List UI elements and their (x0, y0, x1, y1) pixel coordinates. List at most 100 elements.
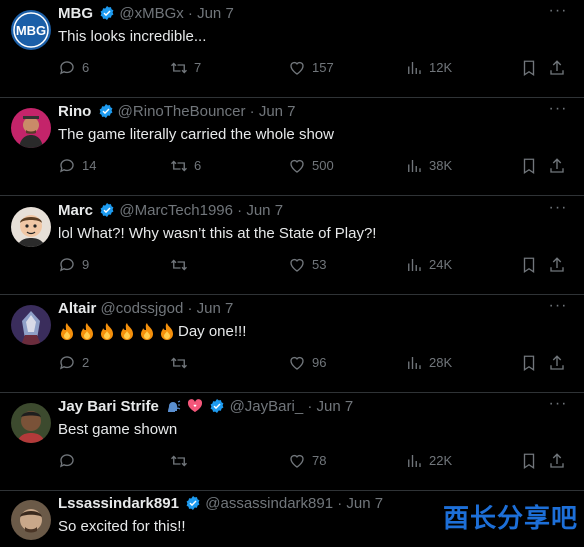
avatar[interactable] (11, 500, 51, 540)
reply-count: 2 (82, 355, 90, 370)
repost-icon (171, 357, 187, 369)
separator-dot: · (187, 5, 193, 22)
post-date[interactable]: Jun 7 (197, 5, 234, 22)
user-handle[interactable]: @MarcTech1996 (119, 202, 233, 219)
separator-dot: · (187, 300, 193, 317)
share-button[interactable] (548, 451, 566, 471)
display-name[interactable]: Lssassindark891 (58, 495, 179, 512)
repost-icon (171, 160, 187, 172)
more-options-icon[interactable]: ··· (548, 101, 568, 122)
share-button[interactable] (548, 353, 566, 373)
like-button[interactable]: 157 (288, 58, 334, 78)
separator-dot: · (337, 495, 343, 512)
avatar[interactable] (11, 305, 51, 345)
share-button[interactable] (548, 156, 566, 176)
verified-badge-icon (99, 5, 115, 26)
bookmark-icon (523, 158, 535, 175)
post-date[interactable]: Jun 7 (317, 398, 354, 415)
heart-icon (290, 258, 304, 272)
like-button[interactable]: 53 (288, 255, 326, 275)
views-count: 38K (429, 158, 453, 173)
separator-dot: · (307, 398, 313, 415)
reply-button[interactable]: 2 (58, 353, 89, 373)
verified-badge-icon (185, 495, 201, 516)
repost-button[interactable] (170, 451, 194, 471)
reply-item[interactable]: Jay Bari Strife @JayBari_ · Jun 7 ··· Be… (0, 393, 584, 491)
post-date[interactable]: Jun 7 (259, 103, 296, 120)
reply-icon (59, 159, 74, 173)
user-handle[interactable]: @xMBGx (119, 5, 183, 22)
views-count: 22K (429, 453, 453, 468)
more-options-icon[interactable]: ··· (548, 298, 568, 319)
display-name[interactable]: Rino (58, 103, 91, 120)
views-button[interactable]: 28K (405, 353, 452, 373)
bookmark-button[interactable] (520, 58, 538, 78)
avatar[interactable] (11, 207, 51, 247)
like-button[interactable]: 500 (288, 156, 334, 176)
separator-dot: · (237, 202, 243, 219)
views-button[interactable]: 38K (405, 156, 452, 176)
display-name[interactable]: Altair (58, 300, 96, 317)
user-handle[interactable]: @RinoTheBouncer (118, 103, 246, 120)
share-icon (550, 355, 564, 370)
repost-button[interactable]: 7 (170, 58, 201, 78)
reply-icon (59, 61, 74, 75)
display-name[interactable]: Jay Bari Strife (58, 398, 159, 415)
user-handle[interactable]: @codssjgod (101, 300, 184, 317)
repost-button[interactable] (170, 255, 194, 275)
like-count: 157 (312, 60, 334, 75)
repost-button[interactable] (170, 353, 194, 373)
reply-button[interactable] (58, 451, 82, 471)
reply-item[interactable]: MBG MBG @xMBGx · Jun 7 ··· This looks in… (0, 0, 584, 98)
more-options-icon[interactable]: ··· (548, 200, 568, 221)
reply-icon (59, 454, 74, 468)
reply-count: 14 (82, 158, 97, 173)
reply-count: 9 (82, 257, 90, 272)
reply-text: Day one!!! (178, 323, 247, 340)
watermark: 酉长分享吧 (442, 504, 578, 534)
bookmark-icon (523, 60, 535, 77)
bookmark-button[interactable] (520, 255, 538, 275)
more-options-icon[interactable]: ··· (548, 396, 568, 417)
post-date[interactable]: Jun 7 (246, 202, 283, 219)
display-name[interactable]: MBG (58, 5, 93, 22)
avatar[interactable] (11, 403, 51, 443)
repost-icon (171, 259, 187, 271)
reply-item[interactable]: Rino @RinoTheBouncer · Jun 7 ··· The gam… (0, 98, 584, 196)
post-date[interactable]: Jun 7 (346, 495, 383, 512)
reply-button[interactable]: 6 (58, 58, 89, 78)
display-name[interactable]: Marc (58, 202, 93, 219)
views-button[interactable]: 22K (405, 451, 452, 471)
reply-count: 6 (82, 60, 90, 75)
views-button[interactable]: 12K (405, 58, 452, 78)
bookmark-button[interactable] (520, 156, 538, 176)
user-handle[interactable]: @assassindark891 (205, 495, 333, 512)
reply-item[interactable]: Altair @codssjgod · Jun 7 ··· Day one!!!… (0, 295, 584, 393)
reply-text: This looks incredible... (58, 28, 207, 45)
share-icon (550, 453, 564, 468)
bookmark-button[interactable] (520, 451, 538, 471)
avatar[interactable] (11, 108, 51, 148)
share-button[interactable] (548, 255, 566, 275)
share-button[interactable] (548, 58, 566, 78)
reply-item[interactable]: Marc @MarcTech1996 · Jun 7 ··· lol What?… (0, 197, 584, 295)
heart-icon (290, 61, 304, 75)
avatar[interactable]: MBG (11, 10, 51, 50)
views-count: 12K (429, 60, 453, 75)
reply-button[interactable]: 9 (58, 255, 89, 275)
repost-button[interactable]: 6 (170, 156, 201, 176)
like-button[interactable]: 78 (288, 451, 326, 471)
share-icon (550, 60, 564, 75)
more-options-icon[interactable]: ··· (548, 3, 568, 24)
heart-icon (290, 159, 304, 173)
like-count: 53 (312, 257, 327, 272)
share-icon (550, 158, 564, 173)
bookmark-button[interactable] (520, 353, 538, 373)
post-date[interactable]: Jun 7 (197, 300, 234, 317)
user-handle[interactable]: @JayBari_ (230, 398, 304, 415)
views-icon (408, 62, 421, 74)
reply-button[interactable]: 14 (58, 156, 96, 176)
avatar-initials: MBG (16, 23, 46, 38)
views-button[interactable]: 24K (405, 255, 452, 275)
like-button[interactable]: 96 (288, 353, 326, 373)
